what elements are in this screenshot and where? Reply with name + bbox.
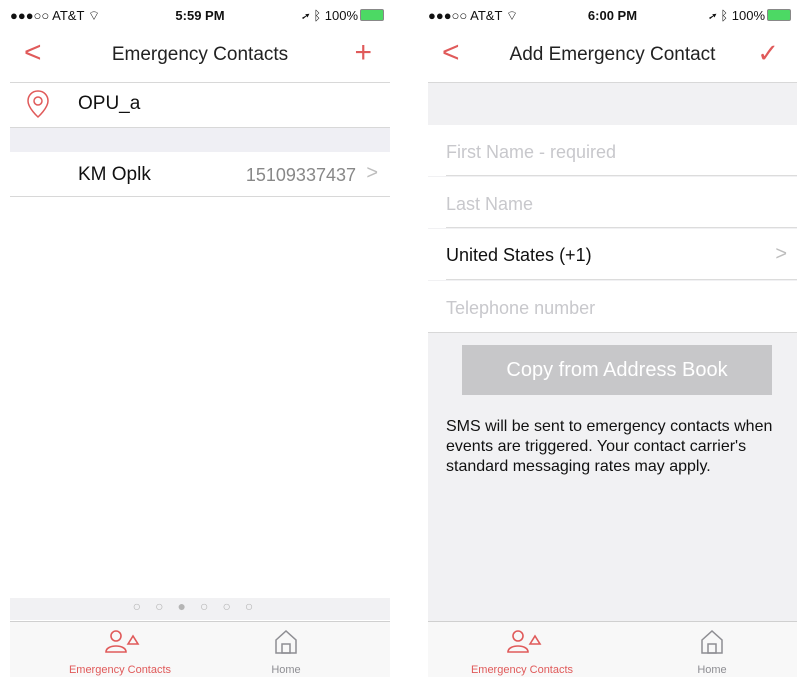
contact-row[interactable]: KM Oplk 15109337437 > <box>10 152 390 197</box>
divider <box>446 227 797 228</box>
location-arrow-icon: ➚ <box>708 8 717 23</box>
navigation-bar: < Emergency Contacts + <box>10 30 390 83</box>
tab-home[interactable]: Home <box>632 622 792 677</box>
add-contact-button[interactable]: + <box>354 36 372 70</box>
emergency-contacts-icon <box>105 630 140 653</box>
first-name-placeholder: First Name - required <box>446 142 617 162</box>
telephone-placeholder: Telephone number <box>446 298 596 318</box>
emergency-contacts-screen: ●●●○○ AT&T ⌔ 5:59 PM ➚ ᛒ 100% < Emergenc… <box>10 0 390 677</box>
status-bar: ●●●○○ AT&T ⌔ 5:59 PM ➚ ᛒ 100% <box>10 0 390 30</box>
battery-icon <box>767 9 791 21</box>
tab-label: Emergency Contacts <box>68 664 172 676</box>
bluetooth-icon: ᛒ <box>313 8 322 23</box>
location-label: OPU_a <box>78 93 141 114</box>
tab-label: Home <box>271 664 301 676</box>
battery-percent: 100% <box>324 8 358 23</box>
tab-home[interactable]: Home <box>206 622 366 677</box>
location-arrow-icon: ➚ <box>301 8 310 23</box>
navigation-bar: < Add Emergency Contact ✓ <box>428 30 797 83</box>
home-icon <box>275 629 297 654</box>
location-pin-icon <box>27 90 49 119</box>
add-emergency-contact-screen: ●●●○○ AT&T ⌔ 6:00 PM ➚ ᛒ 100% < Add Emer… <box>428 0 797 677</box>
chevron-right-icon: > <box>366 162 378 184</box>
country-select[interactable]: United States (+1) > <box>428 229 797 280</box>
tab-label: Emergency Contacts <box>470 664 574 676</box>
battery-icon <box>360 9 384 21</box>
location-row[interactable]: OPU_a <box>10 83 390 127</box>
tab-emergency-contacts[interactable]: Emergency Contacts <box>442 622 602 677</box>
tab-emergency-contacts[interactable]: Emergency Contacts <box>40 622 200 677</box>
chevron-right-icon: > <box>775 243 787 265</box>
home-icon <box>701 629 723 654</box>
divider <box>446 175 797 176</box>
contact-name: KM Oplk <box>78 164 151 185</box>
page-title: Add Emergency Contact <box>509 44 716 65</box>
first-name-field[interactable]: First Name - required <box>428 125 797 176</box>
page-indicator: ○○●○○○ <box>10 598 390 620</box>
bluetooth-icon: ᛒ <box>720 8 729 23</box>
battery-percent: 100% <box>731 8 765 23</box>
sms-notice: SMS will be sent to emergency contacts w… <box>446 418 773 475</box>
country-value: United States (+1) <box>446 245 592 265</box>
divider <box>446 279 797 280</box>
last-name-placeholder: Last Name <box>446 194 534 214</box>
telephone-field[interactable]: Telephone number <box>428 281 797 333</box>
tab-bar: Emergency Contacts Home <box>428 621 797 677</box>
emergency-contacts-icon <box>507 630 542 653</box>
contact-phone: 15109337437 <box>245 165 356 185</box>
confirm-button[interactable]: ✓ <box>757 36 779 70</box>
section-separator <box>10 127 390 153</box>
status-bar: ●●●○○ AT&T ⌔ 6:00 PM ➚ ᛒ 100% <box>428 0 797 30</box>
page-title: Emergency Contacts <box>111 44 289 65</box>
tab-bar: Emergency Contacts Home <box>10 621 390 677</box>
tab-label: Home <box>697 664 727 676</box>
copy-from-address-book-button[interactable]: Copy from Address Book <box>462 345 772 395</box>
last-name-field[interactable]: Last Name <box>428 177 797 228</box>
